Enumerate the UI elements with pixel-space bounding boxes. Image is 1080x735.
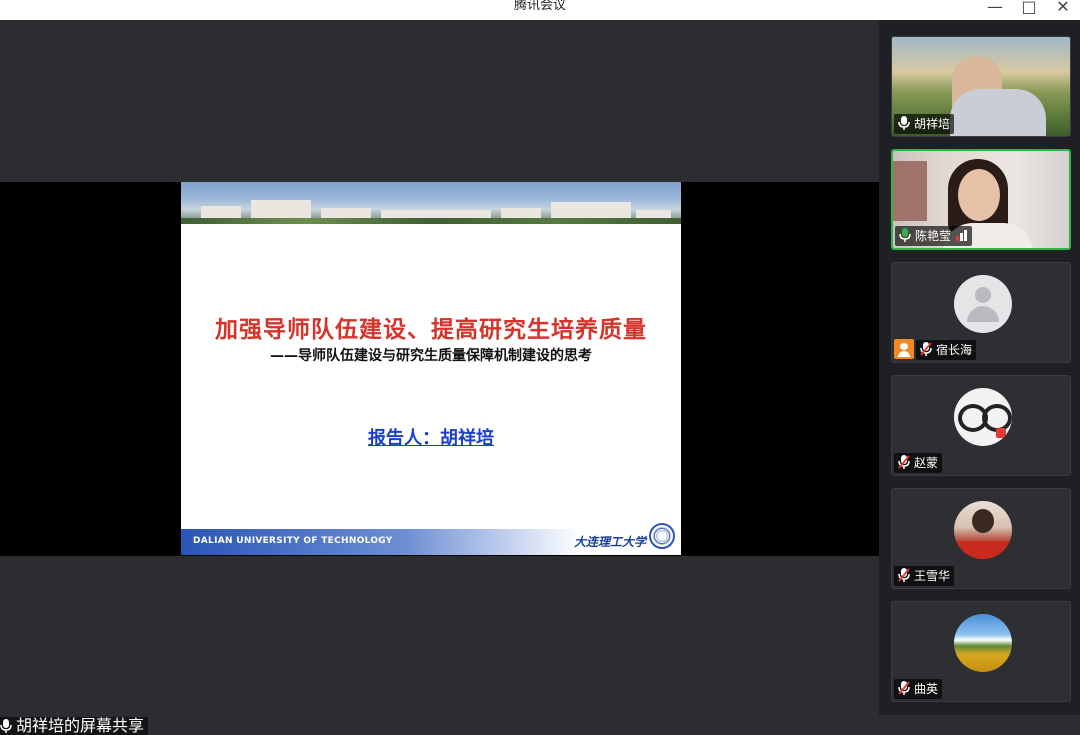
- participant-name-tag: 曲英: [894, 679, 943, 699]
- default-avatar-icon: [954, 275, 1012, 333]
- minimize-button[interactable]: —: [983, 0, 1007, 18]
- mic-muted-icon: [920, 342, 932, 356]
- window-title: 腾讯会议: [513, 0, 566, 13]
- presentation-slide: 加强导师队伍建设、提高研究生培养质量 ——导师队伍建设与研究生质量保障机制建设的…: [181, 182, 681, 555]
- mic-icon: [0, 719, 12, 733]
- mic-muted-icon: [898, 455, 910, 469]
- participant-tile[interactable]: 胡祥培: [891, 36, 1071, 137]
- signal-strength-icon: [956, 227, 968, 247]
- slide-subtitle: ——导师队伍建设与研究生质量保障机制建设的思考: [270, 348, 592, 364]
- sunflower-avatar-icon: [954, 614, 1012, 672]
- mic-muted-icon: [898, 568, 910, 582]
- participant-name-tag: 赵蒙: [894, 453, 943, 473]
- slide-title: 加强导师队伍建设、提高研究生培养质量: [215, 317, 647, 343]
- participant-tile[interactable]: 宿长海: [891, 262, 1071, 363]
- screen-share-label: 胡祥培的屏幕共享: [0, 716, 149, 735]
- maximize-button[interactable]: □: [1017, 0, 1041, 18]
- shared-screen-area: 加强导师队伍建设、提高研究生培养质量 ——导师队伍建设与研究生质量保障机制建设的…: [0, 20, 879, 735]
- participant-tile[interactable]: 赵蒙: [891, 375, 1071, 476]
- photo-avatar-icon: [954, 501, 1012, 559]
- university-name-cn: 大连理工大学: [574, 535, 647, 549]
- participant-name: 赵蒙: [914, 456, 939, 470]
- university-name-en: DALIAN UNIVERSITY OF TECHNOLOGY: [193, 536, 393, 546]
- slide-presenter: 报告人：胡祥培: [368, 428, 494, 449]
- glasses-avatar-icon: [954, 388, 1012, 446]
- participant-tile[interactable]: 曲英: [891, 601, 1071, 702]
- participant-name-tag: 宿长海: [916, 340, 977, 360]
- participant-name-tag: 陈艳莹: [895, 226, 973, 247]
- campus-banner-image: [181, 182, 681, 224]
- participant-tile[interactable]: 王雪华: [891, 488, 1071, 589]
- person-badge-icon: [894, 339, 914, 359]
- participant-name: 曲英: [914, 682, 939, 696]
- participant-name: 王雪华: [914, 569, 951, 583]
- title-bar: 腾讯会议 — □ ✕: [0, 0, 1080, 20]
- mic-icon: [898, 116, 910, 130]
- university-seal-icon: [649, 523, 675, 549]
- slide-footer: DALIAN UNIVERSITY OF TECHNOLOGY 大连理工大学: [181, 523, 681, 555]
- participant-name: 宿长海: [936, 343, 973, 357]
- participant-name-tag: 胡祥培: [894, 114, 955, 134]
- participant-name-tag: 王雪华: [894, 566, 955, 586]
- close-button[interactable]: ✕: [1051, 0, 1075, 18]
- participant-name: 陈艳莹: [915, 229, 952, 243]
- mic-active-icon: [899, 228, 911, 242]
- participant-tile-active[interactable]: 陈艳莹: [891, 149, 1071, 250]
- participant-name: 胡祥培: [914, 117, 951, 131]
- share-label-text: 胡祥培的屏幕共享: [16, 716, 145, 735]
- participant-sidebar[interactable]: 胡祥培 陈艳莹 宿长海 赵蒙 王雪华 曲英: [879, 20, 1080, 715]
- mic-muted-icon: [898, 681, 910, 695]
